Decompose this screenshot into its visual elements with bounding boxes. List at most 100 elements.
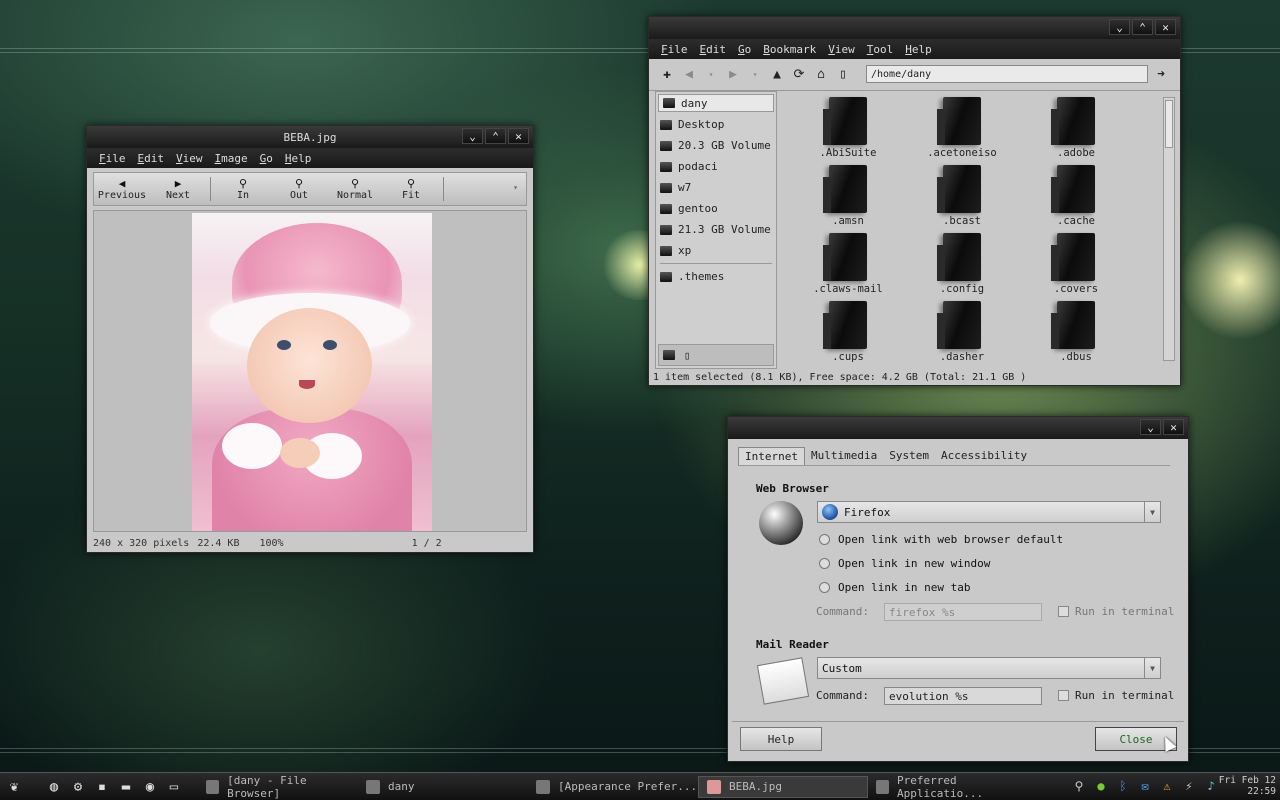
sidebar-item-w7[interactable]: w7 [656, 177, 776, 198]
home-icon[interactable]: ⌂ [813, 67, 829, 83]
sidebar-item-gentoo[interactable]: gentoo [656, 198, 776, 219]
menu-image[interactable]: Image [215, 152, 248, 165]
tab-accessibility[interactable]: Accessibility [935, 447, 1033, 465]
file-item[interactable]: .adobe [1019, 97, 1133, 165]
normal-size-button[interactable]: ⚲ Normal [327, 177, 383, 201]
tab-system[interactable]: System [883, 447, 935, 465]
file-item[interactable]: .AbiSuite [791, 97, 905, 165]
maximize-button[interactable]: ⌃ [1132, 19, 1153, 35]
menu-help[interactable]: Help [905, 43, 932, 56]
browser-launcher-icon[interactable]: ◍ [44, 777, 64, 797]
minimize-button[interactable]: ⌄ [462, 128, 483, 144]
file-item[interactable]: .cups [791, 301, 905, 369]
forward-dropdown-icon[interactable]: ▾ [747, 67, 763, 83]
fit-button[interactable]: ⚲ Fit [383, 177, 439, 201]
places-icon[interactable] [663, 350, 675, 360]
sidebar-item-themes[interactable]: .themes [656, 266, 776, 287]
file-item[interactable]: .dbus [1019, 301, 1133, 369]
file-browser-titlebar[interactable]: ⌄ ⌃ ✕ [649, 17, 1180, 39]
menu-tool[interactable]: Tool [867, 43, 894, 56]
sidebar-item-xp[interactable]: xp [656, 240, 776, 261]
task-file-browser[interactable]: [dany - File Browser] [198, 774, 358, 800]
radio-new-window[interactable]: Open link in new window [819, 557, 990, 570]
sidebar-item-volume-21[interactable]: 21.3 GB Volume [656, 219, 776, 240]
sidebar-item-desktop[interactable]: Desktop [656, 114, 776, 135]
bookmark-icon[interactable]: ▯ [835, 67, 851, 83]
menu-launcher-icon[interactable]: ❦ [4, 777, 24, 797]
file-item[interactable]: .cache [1019, 165, 1133, 233]
display-launcher-icon[interactable]: ▭ [164, 777, 184, 797]
chat-icon[interactable]: ● [1092, 777, 1110, 795]
tree-view-icon[interactable]: ▯ [679, 347, 695, 363]
volume-icon[interactable]: ♪ [1202, 777, 1220, 795]
file-item[interactable]: .dasher [905, 301, 1019, 369]
up-icon[interactable]: ▲ [769, 67, 785, 83]
radio-new-tab[interactable]: Open link in new tab [819, 581, 970, 594]
previous-button[interactable]: ◀ Previous [94, 177, 150, 201]
mail-run-in-terminal-checkbox[interactable]: Run in terminal [1058, 689, 1174, 702]
image-canvas[interactable] [93, 210, 527, 532]
forward-icon[interactable]: ▶ [725, 67, 741, 83]
go-icon[interactable]: ➜ [1153, 66, 1169, 82]
sidebar-item-dany[interactable]: dany [658, 94, 774, 112]
terminal-launcher-icon[interactable]: ▪ [92, 777, 112, 797]
bluetooth-icon[interactable]: ᛒ [1114, 777, 1132, 795]
help-button[interactable]: Help [740, 727, 822, 751]
media-launcher-icon[interactable]: ◉ [140, 777, 160, 797]
scrollbar-thumb[interactable] [1165, 100, 1173, 148]
tab-multimedia[interactable]: Multimedia [805, 447, 883, 465]
file-item[interactable]: .config [905, 233, 1019, 301]
file-item[interactable]: .covers [1019, 233, 1133, 301]
files-launcher-icon[interactable]: ▬ [116, 777, 136, 797]
radio-default[interactable]: Open link with web browser default [819, 533, 1063, 546]
toolbar-overflow-icon[interactable]: ▾ [513, 183, 518, 192]
back-icon[interactable]: ◀ [681, 67, 697, 83]
file-item[interactable]: .bcast [905, 165, 1019, 233]
menu-view[interactable]: View [828, 43, 855, 56]
task-beba[interactable]: BEBA.jpg [698, 775, 868, 798]
close-button[interactable]: ✕ [1163, 419, 1184, 435]
file-grid-scrollbar[interactable] [1163, 97, 1175, 361]
minimize-button[interactable]: ⌄ [1140, 419, 1161, 435]
menu-bookmark[interactable]: Bookmark [763, 43, 816, 56]
browser-run-in-terminal-checkbox[interactable]: Run in terminal [1058, 605, 1174, 618]
mail-reader-select[interactable]: Custom ▼ [817, 657, 1161, 679]
task-appearance[interactable]: [Appearance Prefer... [528, 776, 698, 798]
file-item[interactable]: .claws-mail [791, 233, 905, 301]
close-button[interactable]: ✕ [1155, 19, 1176, 35]
file-item[interactable]: .amsn [791, 165, 905, 233]
mail-icon[interactable]: ✉ [1136, 777, 1154, 795]
web-browser-select[interactable]: Firefox ▼ [817, 501, 1161, 523]
power-icon[interactable]: ⚡ [1180, 777, 1198, 795]
minimize-button[interactable]: ⌄ [1109, 19, 1130, 35]
settings-launcher-icon[interactable]: ⚙ [68, 777, 88, 797]
next-button[interactable]: ▶ Next [150, 177, 206, 201]
file-item[interactable]: .acetoneiso [905, 97, 1019, 165]
menu-help[interactable]: Help [285, 152, 312, 165]
menu-file[interactable]: File [661, 43, 688, 56]
browser-command-field[interactable]: firefox %s [884, 603, 1042, 621]
task-dany[interactable]: dany [358, 776, 528, 798]
zoom-out-button[interactable]: ⚲ Out [271, 177, 327, 201]
menu-go[interactable]: Go [260, 152, 273, 165]
path-bar[interactable]: /home/dany [866, 65, 1148, 83]
menu-file[interactable]: File [99, 152, 126, 165]
close-button[interactable]: ✕ [508, 128, 529, 144]
menu-view[interactable]: View [176, 152, 203, 165]
network-icon[interactable]: ⚲ [1070, 777, 1088, 795]
back-dropdown-icon[interactable]: ▾ [703, 67, 719, 83]
zoom-in-button[interactable]: ⚲ In [215, 177, 271, 201]
maximize-button[interactable]: ⌃ [485, 128, 506, 144]
reload-icon[interactable]: ⟳ [791, 67, 807, 83]
menu-edit[interactable]: Edit [700, 43, 727, 56]
menu-go[interactable]: Go [738, 43, 751, 56]
sidebar-item-volume-20[interactable]: 20.3 GB Volume [656, 135, 776, 156]
task-preferred-applications[interactable]: Preferred Applicatio... [868, 774, 1038, 800]
clock[interactable]: Fri Feb 12 22:59 [1219, 775, 1276, 797]
tab-internet[interactable]: Internet [738, 447, 805, 465]
mail-command-field[interactable]: evolution %s [884, 687, 1042, 705]
sidebar-item-podaci[interactable]: podaci [656, 156, 776, 177]
preferences-titlebar[interactable]: ⌄ ✕ [728, 417, 1188, 439]
new-tab-icon[interactable]: ✚ [659, 67, 675, 83]
image-viewer-titlebar[interactable]: BEBA.jpg ⌄ ⌃ ✕ [87, 126, 533, 148]
